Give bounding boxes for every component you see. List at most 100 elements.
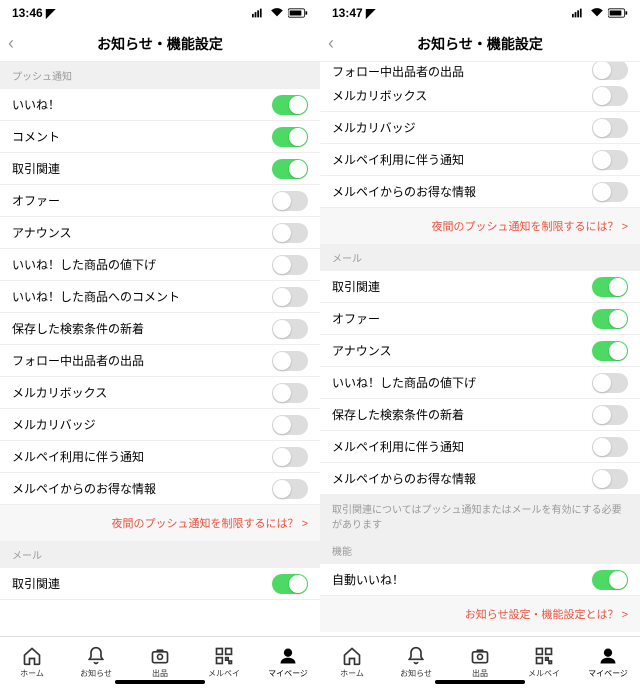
camera-icon xyxy=(470,646,490,666)
setting-row: 取引関連 xyxy=(0,153,320,185)
back-button[interactable]: ‹ xyxy=(8,33,14,54)
tab-label: お知らせ xyxy=(400,668,432,679)
toggle-switch[interactable] xyxy=(592,118,628,138)
setting-row: コメント xyxy=(0,121,320,153)
section-header: メール xyxy=(0,541,320,568)
toggle-switch[interactable] xyxy=(272,415,308,435)
setting-label: メルカリボックス xyxy=(12,384,107,401)
toggle-switch[interactable] xyxy=(592,341,628,361)
home-indicator xyxy=(115,680,205,684)
setting-label: メルカリバッジ xyxy=(12,416,96,433)
setting-label: コメント xyxy=(12,128,60,145)
setting-label: いいね！した商品の値下げ xyxy=(332,374,476,391)
tab-label: マイページ xyxy=(588,668,628,679)
toggle-switch[interactable] xyxy=(592,182,628,202)
toggle-switch[interactable] xyxy=(592,469,628,489)
setting-label: メルカリバッジ xyxy=(332,119,416,136)
toggle-switch[interactable] xyxy=(592,309,628,329)
page-title: お知らせ・機能設定 xyxy=(97,34,223,54)
note-text: 取引関連についてはプッシュ通知またはメールを有効にする必要があります xyxy=(320,495,640,537)
setting-row: 自動いいね！ xyxy=(320,564,640,596)
tab-label: マイページ xyxy=(268,668,308,679)
toggle-switch[interactable] xyxy=(592,86,628,106)
tab-label: メルペイ xyxy=(208,668,240,679)
setting-row: 取引関連 xyxy=(320,271,640,303)
bell-icon xyxy=(406,646,426,666)
setting-label: フォロー中出品者の出品 xyxy=(332,63,464,80)
tab-home[interactable]: ホーム xyxy=(0,637,64,688)
setting-label: 保存した検索条件の新着 xyxy=(12,320,144,337)
toggle-switch[interactable] xyxy=(272,287,308,307)
status-time: 13:47 ◤ xyxy=(332,6,375,20)
help-link[interactable]: 夜間のプッシュ通知を制限するには？ > xyxy=(0,505,320,541)
camera-icon xyxy=(150,646,170,666)
tab-label: ホーム xyxy=(340,668,364,679)
toggle-switch[interactable] xyxy=(272,159,308,179)
setting-label: 取引関連 xyxy=(12,160,60,177)
content: プッシュ通知いいね！コメント取引関連オファーアナウンスいいね！した商品の値下げい… xyxy=(0,62,320,636)
toggle-switch[interactable] xyxy=(272,383,308,403)
setting-row: フォロー中出品者の出品 xyxy=(320,62,640,80)
help-link[interactable]: お知らせ設定・機能設定とは？ > xyxy=(320,596,640,632)
content: フォロー中出品者の出品メルカリボックスメルカリバッジメルペイ利用に伴う通知メルペ… xyxy=(320,62,640,636)
help-link[interactable]: 夜間のプッシュ通知を制限するには？ > xyxy=(320,208,640,244)
toggle-switch[interactable] xyxy=(592,437,628,457)
tab-home[interactable]: ホーム xyxy=(320,637,384,688)
setting-row: メルペイからのお得な情報 xyxy=(320,463,640,495)
setting-label: メルペイ利用に伴う通知 xyxy=(332,151,464,168)
bell-icon xyxy=(86,646,106,666)
setting-row: メルペイからのお得な情報 xyxy=(0,473,320,505)
toggle-switch[interactable] xyxy=(592,405,628,425)
setting-row: メルペイ利用に伴う通知 xyxy=(320,144,640,176)
setting-row: 取引関連 xyxy=(0,568,320,600)
setting-row: 保存した検索条件の新着 xyxy=(320,399,640,431)
nav-bar: ‹ お知らせ・機能設定 xyxy=(0,26,320,62)
setting-row: アナウンス xyxy=(320,335,640,367)
toggle-switch[interactable] xyxy=(272,447,308,467)
toggle-switch[interactable] xyxy=(592,277,628,297)
setting-row: メルカリボックス xyxy=(320,80,640,112)
toggle-switch[interactable] xyxy=(272,95,308,115)
setting-label: オファー xyxy=(12,192,60,209)
tab-label: 出品 xyxy=(472,668,488,679)
setting-label: アナウンス xyxy=(332,342,392,359)
toggle-switch[interactable] xyxy=(272,191,308,211)
setting-row: 保存した検索条件の新着 xyxy=(0,313,320,345)
setting-row: メルカリボックス xyxy=(0,377,320,409)
back-button[interactable]: ‹ xyxy=(328,33,334,54)
tab-label: お知らせ xyxy=(80,668,112,679)
home-indicator xyxy=(435,680,525,684)
toggle-switch[interactable] xyxy=(592,570,628,590)
setting-label: メルカリボックス xyxy=(332,87,427,104)
tab-person[interactable]: マイページ xyxy=(256,637,320,688)
toggle-switch[interactable] xyxy=(272,255,308,275)
tab-label: 出品 xyxy=(152,668,168,679)
setting-row: オファー xyxy=(0,185,320,217)
toggle-switch[interactable] xyxy=(592,150,628,170)
setting-label: 自動いいね！ xyxy=(332,571,404,588)
toggle-switch[interactable] xyxy=(272,127,308,147)
status-bar: 13:46 ◤ xyxy=(0,0,320,26)
setting-row: いいね！した商品の値下げ xyxy=(0,249,320,281)
setting-row: メルペイ利用に伴う通知 xyxy=(320,431,640,463)
setting-label: アナウンス xyxy=(12,224,72,241)
setting-row: いいね！ xyxy=(0,89,320,121)
toggle-switch[interactable] xyxy=(592,62,628,80)
toggle-switch[interactable] xyxy=(272,479,308,499)
section-header: 機能 xyxy=(320,537,640,564)
toggle-switch[interactable] xyxy=(592,373,628,393)
toggle-switch[interactable] xyxy=(272,319,308,339)
toggle-switch[interactable] xyxy=(272,351,308,371)
setting-row: メルカリバッジ xyxy=(320,112,640,144)
setting-label: メルペイ利用に伴う通知 xyxy=(12,448,144,465)
setting-label: 取引関連 xyxy=(12,575,60,592)
tab-person[interactable]: マイページ xyxy=(576,637,640,688)
toggle-switch[interactable] xyxy=(272,574,308,594)
setting-label: オファー xyxy=(332,310,380,327)
setting-label: 取引関連 xyxy=(332,278,380,295)
person-icon xyxy=(598,646,618,666)
setting-row: いいね！した商品へのコメント xyxy=(0,281,320,313)
setting-label: フォロー中出品者の出品 xyxy=(12,352,144,369)
setting-row: メルカリバッジ xyxy=(0,409,320,441)
toggle-switch[interactable] xyxy=(272,223,308,243)
